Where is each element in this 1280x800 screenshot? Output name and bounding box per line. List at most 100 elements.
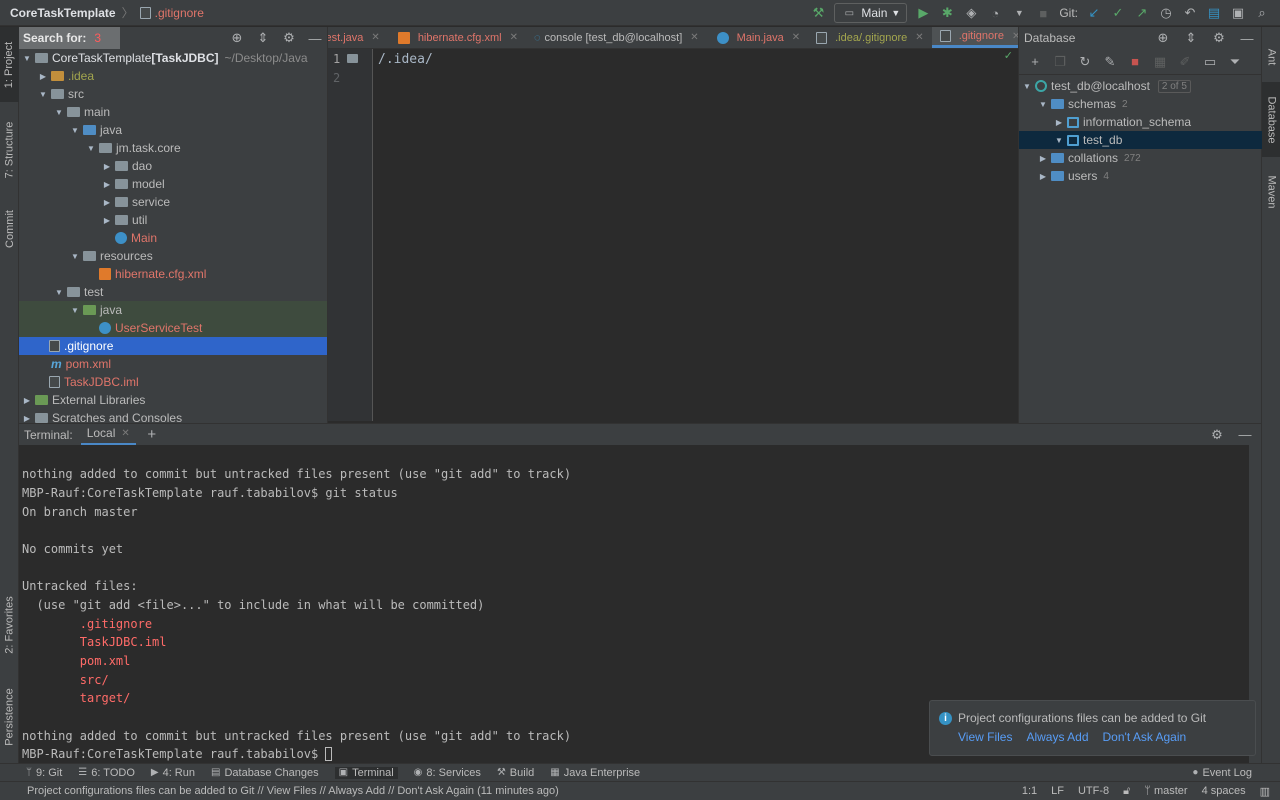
tool-database-changes-button[interactable]: ▤ Database Changes [211, 767, 319, 779]
tool-build-button[interactable]: ⚒ Build [497, 767, 534, 779]
table-icon[interactable]: ▦ [1152, 54, 1168, 70]
tab-idea-gitignore[interactable]: .idea/.gitignore ✕ [808, 27, 932, 48]
chevron-right-icon[interactable]: ▶ [1037, 172, 1049, 181]
breadcrumb-project[interactable]: CoreTaskTemplate [10, 6, 116, 20]
filter-icon[interactable]: ⏷ [1227, 54, 1243, 70]
breadcrumb-file[interactable]: .gitignore [155, 6, 204, 20]
file-encoding[interactable]: UTF-8 [1078, 785, 1109, 797]
close-icon[interactable]: ✕ [792, 32, 800, 43]
tab-console[interactable]: ◌ console [test_db@localhost] ✕ [526, 27, 707, 48]
always-add-link[interactable]: Always Add [1026, 730, 1088, 744]
run-configuration-select[interactable]: ▭ Main ▼ [834, 3, 908, 23]
tool-git-button[interactable]: ᛘ 9: Git [26, 767, 62, 779]
tree-item-iml[interactable]: TaskJDBC.iml [19, 373, 327, 391]
chevron-down-icon[interactable]: ▼ [85, 144, 97, 153]
minimize-icon[interactable]: — [1237, 427, 1253, 443]
chevron-down-icon[interactable]: ▼ [1021, 82, 1033, 91]
db-item-test-db[interactable]: ▼ test_db [1019, 131, 1262, 149]
event-log-button[interactable]: ● Event Log [1192, 767, 1280, 779]
tab-gitignore[interactable]: .gitignore✕ [931, 27, 1018, 48]
tree-item-package[interactable]: ▼ jm.task.core [19, 139, 327, 157]
chevron-right-icon[interactable]: ▶ [101, 216, 113, 225]
close-icon[interactable]: ✕ [915, 32, 923, 43]
gear-icon[interactable]: ⚙ [281, 30, 297, 46]
db-item-badge[interactable]: 2 of 5 [1157, 79, 1191, 93]
tab-ant[interactable]: Ant [1262, 37, 1280, 77]
tree-item-model[interactable]: ▶ model [19, 175, 327, 193]
terminal-window-icon[interactable]: ▣ [1230, 5, 1246, 21]
tree-item-test-java[interactable]: ▼ java [19, 301, 327, 319]
tree-item-service[interactable]: ▶ service [19, 193, 327, 211]
properties-icon[interactable]: ✎ [1102, 54, 1118, 70]
chevron-down-icon[interactable]: ▼ [1053, 136, 1065, 145]
tree-item-userservicetest[interactable]: UserServiceTest [19, 319, 327, 337]
chevron-right-icon[interactable]: ▶ [21, 414, 33, 423]
run-icon[interactable]: ▶ [915, 5, 931, 21]
tree-item-scratches[interactable]: ▶ Scratches and Consoles [19, 409, 327, 423]
tree-item-util[interactable]: ▶ util [19, 211, 327, 229]
more-run-icon[interactable]: ▼ [1011, 5, 1027, 21]
gear-icon[interactable]: ⚙ [1211, 30, 1227, 46]
caret-position[interactable]: 1:1 [1022, 785, 1037, 797]
tab-persistence[interactable]: Persistence [0, 677, 19, 757]
chevron-right-icon[interactable]: ▶ [101, 198, 113, 207]
tree-item-java[interactable]: ▼ java [19, 121, 327, 139]
tree-item-idea[interactable]: ▶ .idea [19, 67, 327, 85]
coverage-icon[interactable]: ◈ [963, 5, 979, 21]
chevron-right-icon[interactable]: ▶ [101, 162, 113, 171]
tool-run-button[interactable]: ▶ 4: Run [151, 767, 195, 779]
inspection-ok-icon[interactable]: ✓ [1004, 49, 1013, 62]
status-message[interactable]: Project configurations files can be adde… [0, 785, 559, 797]
close-icon[interactable]: ✕ [371, 32, 379, 43]
chevron-right-icon[interactable]: ▶ [21, 396, 33, 405]
close-icon[interactable]: ✕ [121, 428, 129, 439]
add-icon[interactable]: + [1027, 54, 1043, 70]
profile-icon[interactable]: ◔ [987, 5, 1003, 21]
git-history-icon[interactable]: ◷ [1158, 5, 1174, 21]
console-icon[interactable]: ▭ [1202, 54, 1218, 70]
chevron-right-icon[interactable]: ▶ [101, 180, 113, 189]
tree-item-src[interactable]: ▼ src [19, 85, 327, 103]
collapse-all-icon[interactable]: ⇕ [1183, 30, 1199, 46]
tool-terminal-button[interactable]: ▣ Terminal [334, 766, 398, 779]
code-editor[interactable]: /.idea/ ✓ [373, 49, 1018, 421]
chevron-down-icon[interactable]: ▼ [53, 288, 65, 297]
tab-project[interactable]: 1: Project [0, 27, 19, 102]
tree-item-main-class[interactable]: Main [19, 229, 327, 247]
db-item-collations[interactable]: ▶ collations 272 [1019, 149, 1262, 167]
fold-marker-icon[interactable] [347, 54, 358, 63]
chevron-right-icon[interactable]: ▶ [1037, 154, 1049, 163]
speed-search-box[interactable]: Search for: 3 [19, 27, 120, 49]
chevron-down-icon[interactable]: ▼ [69, 252, 81, 261]
tree-item-hibernate[interactable]: hibernate.cfg.xml [19, 265, 327, 283]
view-files-link[interactable]: View Files [958, 730, 1012, 744]
db-item-information-schema[interactable]: ▶ information_schema [1019, 113, 1262, 131]
debug-icon[interactable]: ✱ [939, 5, 955, 21]
minimize-icon[interactable]: — [1239, 30, 1255, 46]
line-separator[interactable]: LF [1051, 785, 1064, 797]
chevron-right-icon[interactable]: ▶ [1053, 118, 1065, 127]
tree-item-test[interactable]: ▼ test [19, 283, 327, 301]
minimize-icon[interactable]: — [307, 30, 323, 46]
memory-indicator-icon[interactable]: ▥ [1260, 785, 1270, 798]
chevron-down-icon[interactable]: ▼ [53, 108, 65, 117]
git-update-icon[interactable]: ↙ [1086, 5, 1102, 21]
tool-java-enterprise-button[interactable]: ▦ Java Enterprise [550, 767, 640, 779]
git-rollback-icon[interactable]: ↶ [1182, 5, 1198, 21]
tool-todo-button[interactable]: ☰ 6: TODO [78, 767, 135, 779]
chevron-down-icon[interactable]: ▼ [37, 90, 49, 99]
locate-icon[interactable]: ⊕ [229, 30, 245, 46]
new-session-icon[interactable]: + [144, 426, 160, 443]
build-hammer-icon[interactable]: ⚒ [810, 5, 826, 21]
chevron-down-icon[interactable]: ▼ [1037, 100, 1049, 109]
db-item-users[interactable]: ▶ users 4 [1019, 167, 1262, 185]
git-push-icon[interactable]: ↗ [1134, 5, 1150, 21]
tree-item-gitignore[interactable]: .gitignore [19, 337, 327, 355]
chevron-down-icon[interactable]: ▼ [69, 306, 81, 315]
db-item-schemas[interactable]: ▼ schemas 2 [1019, 95, 1262, 113]
copy-icon[interactable]: ❐ [1052, 54, 1068, 70]
stop-icon[interactable]: ■ [1127, 54, 1143, 70]
close-icon[interactable]: ✕ [510, 32, 518, 43]
tab-main-java[interactable]: Main.java ✕ [707, 27, 808, 48]
tree-item-root[interactable]: ▼ CoreTaskTemplate [TaskJDBC] ~/Desktop/… [19, 49, 327, 67]
